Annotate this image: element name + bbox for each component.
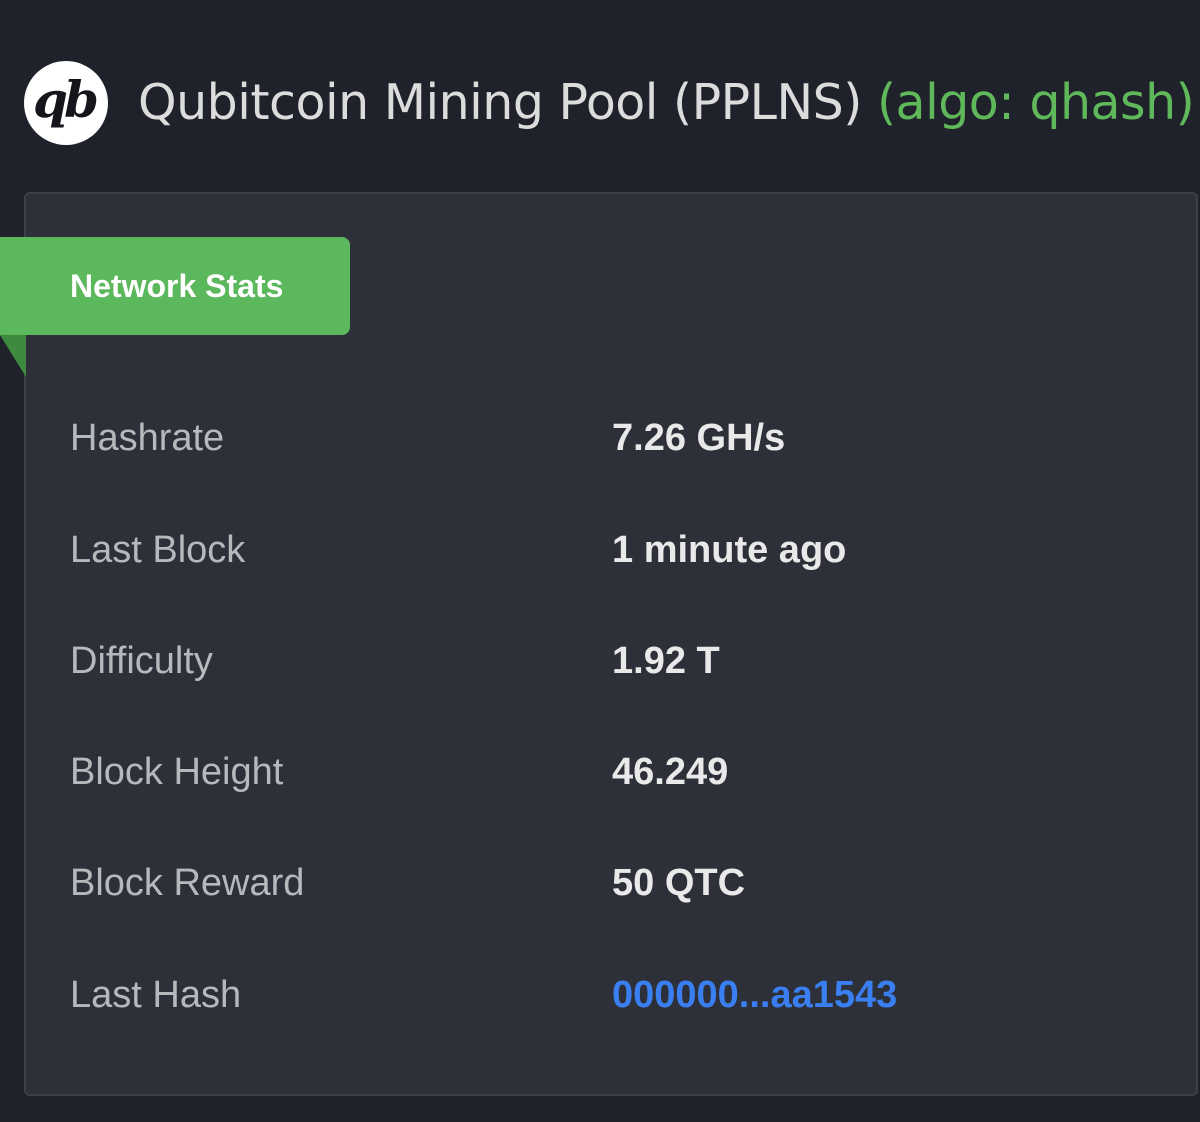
- network-stats-heading-text: Network Stats: [70, 267, 284, 304]
- stat-value: 50 QTC: [612, 862, 746, 904]
- stat-row-last-hash: Last Hash 000000...aa1543: [70, 965, 1170, 1025]
- stat-value: 1 minute ago: [612, 529, 847, 571]
- stat-row-hashrate: Hashrate 7.26 GH/s: [70, 408, 1170, 468]
- ribbon-fold: [0, 335, 26, 377]
- algo-label: (algo: qhash): [876, 74, 1195, 131]
- stat-label: Block Height: [70, 751, 284, 793]
- stat-value: 46.249: [612, 751, 729, 793]
- qubitcoin-logo-icon: qb: [24, 61, 108, 145]
- page-title: Qubitcoin Mining Pool (PPLNS) (algo: qha…: [138, 72, 1195, 134]
- stat-row-difficulty: Difficulty 1.92 T: [70, 631, 1170, 691]
- stat-value: 1.92 T: [612, 640, 720, 682]
- stat-row-block-reward: Block Reward 50 QTC: [70, 853, 1170, 913]
- pool-title: Qubitcoin Mining Pool (PPLNS): [138, 74, 862, 131]
- stat-label: Difficulty: [70, 640, 213, 682]
- logo-text: qb: [33, 69, 99, 129]
- stat-label: Hashrate: [70, 417, 225, 459]
- stat-row-block-height: Block Height 46.249: [70, 742, 1170, 802]
- stat-label: Last Hash: [70, 974, 242, 1016]
- page-header: qb Qubitcoin Mining Pool (PPLNS) (algo: …: [0, 0, 1200, 190]
- stat-label: Block Reward: [70, 862, 305, 904]
- stat-value: 7.26 GH/s: [612, 417, 786, 459]
- last-hash-link[interactable]: 000000...aa1543: [612, 974, 897, 1016]
- stat-row-last-block: Last Block 1 minute ago: [70, 520, 1170, 580]
- stat-label: Last Block: [70, 529, 246, 571]
- stat-value-link: 000000...aa1543: [612, 965, 897, 1025]
- network-stats-heading: Network Stats: [0, 237, 350, 335]
